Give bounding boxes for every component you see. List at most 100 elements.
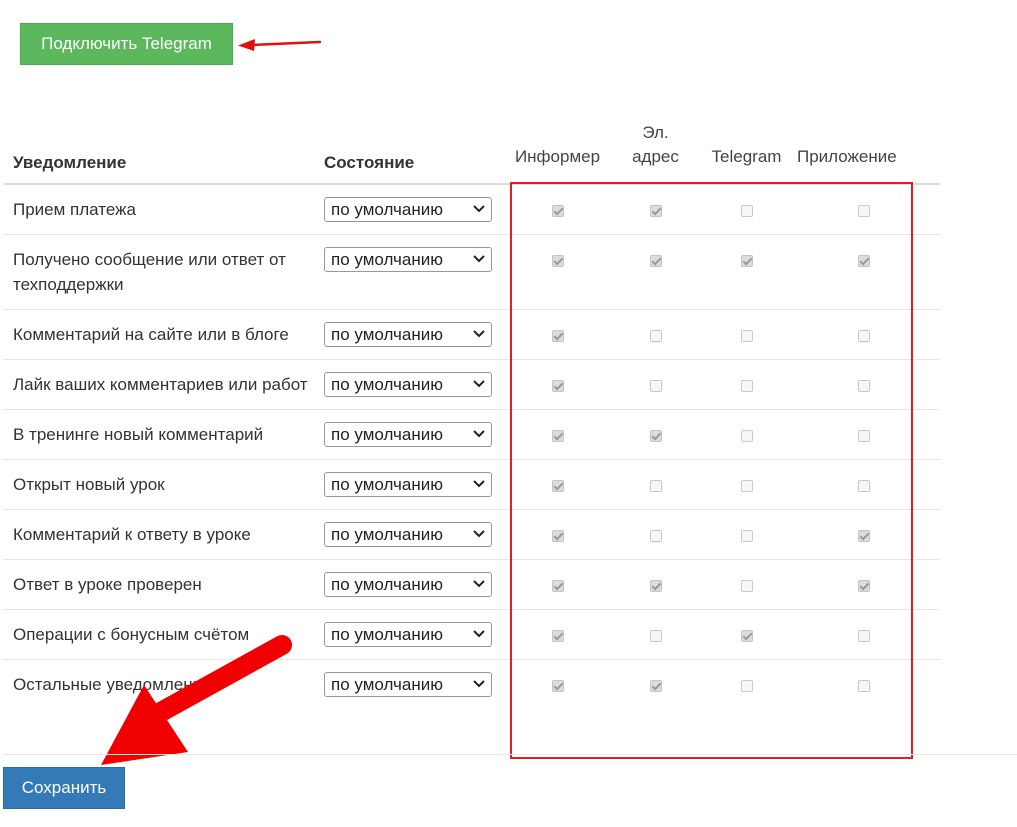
app-checkbox[interactable] bbox=[858, 530, 870, 542]
email-checkbox[interactable] bbox=[649, 380, 662, 392]
email-checkbox[interactable] bbox=[649, 630, 662, 642]
telegram-checkbox[interactable] bbox=[740, 680, 753, 692]
app-checkbox[interactable] bbox=[858, 480, 870, 492]
notification-label: Остальные уведомления bbox=[3, 659, 314, 709]
table-row: Прием платежа по умолчанию bbox=[3, 184, 940, 235]
informer-checkbox[interactable] bbox=[551, 430, 564, 442]
telegram-checkbox[interactable] bbox=[740, 380, 753, 392]
notification-label: Открыт новый урок bbox=[3, 459, 314, 510]
chevron-down-icon bbox=[473, 205, 485, 213]
telegram-checkbox[interactable] bbox=[740, 205, 753, 217]
channel-cell-email bbox=[606, 234, 705, 310]
channel-cell-email bbox=[606, 309, 705, 360]
state-cell: по умолчанию bbox=[314, 184, 509, 235]
state-cell: по умолчанию bbox=[314, 359, 509, 410]
state-select[interactable]: по умолчанию bbox=[324, 422, 492, 447]
state-select[interactable]: по умолчанию bbox=[324, 522, 492, 547]
channel-cell-telegram bbox=[705, 309, 788, 360]
email-checkbox[interactable] bbox=[649, 205, 662, 217]
telegram-checkbox[interactable] bbox=[740, 580, 753, 592]
channel-cell-app bbox=[788, 509, 940, 560]
header-email: Эл. адрес bbox=[606, 121, 705, 185]
informer-checkbox[interactable] bbox=[551, 630, 564, 642]
chevron-down-icon bbox=[473, 330, 485, 338]
table-row: Комментарий на сайте или в блоге по умолч… bbox=[3, 309, 940, 360]
app-checkbox[interactable] bbox=[858, 430, 870, 442]
small-arrow-icon bbox=[238, 39, 322, 51]
channel-cell-informer bbox=[509, 459, 606, 510]
state-cell: по умолчанию bbox=[314, 609, 509, 660]
chevron-down-icon bbox=[473, 580, 485, 588]
channel-cell-app bbox=[788, 184, 940, 235]
email-checkbox[interactable] bbox=[649, 255, 662, 267]
telegram-checkbox[interactable] bbox=[740, 530, 753, 542]
state-select[interactable]: по умолчанию bbox=[324, 472, 492, 497]
state-select[interactable]: по умолчанию bbox=[324, 247, 492, 272]
channel-cell-app bbox=[788, 309, 940, 360]
channel-cell-informer bbox=[509, 409, 606, 460]
email-checkbox[interactable] bbox=[649, 580, 662, 592]
header-state: Состояние bbox=[314, 121, 509, 185]
email-checkbox[interactable] bbox=[649, 430, 662, 442]
email-checkbox[interactable] bbox=[649, 530, 662, 542]
telegram-checkbox[interactable] bbox=[740, 630, 753, 642]
channel-cell-app bbox=[788, 234, 940, 310]
state-cell: по умолчанию bbox=[314, 509, 509, 560]
channel-cell-telegram bbox=[705, 559, 788, 610]
state-select[interactable]: по умолчанию bbox=[324, 197, 492, 222]
table-row: Получено сообщение или ответ от техподде… bbox=[3, 234, 940, 310]
state-select[interactable]: по умолчанию bbox=[324, 672, 492, 697]
channel-cell-informer bbox=[509, 309, 606, 360]
informer-checkbox[interactable] bbox=[551, 380, 564, 392]
informer-checkbox[interactable] bbox=[551, 680, 564, 692]
state-select[interactable]: по умолчанию bbox=[324, 372, 492, 397]
app-checkbox[interactable] bbox=[858, 330, 870, 342]
app-checkbox[interactable] bbox=[858, 680, 870, 692]
state-select[interactable]: по умолчанию bbox=[324, 622, 492, 647]
informer-checkbox[interactable] bbox=[551, 255, 564, 267]
informer-checkbox[interactable] bbox=[551, 205, 564, 217]
channel-cell-telegram bbox=[705, 409, 788, 460]
informer-checkbox[interactable] bbox=[551, 530, 564, 542]
app-checkbox[interactable] bbox=[858, 580, 870, 592]
state-cell: по умолчанию bbox=[314, 659, 509, 709]
app-checkbox[interactable] bbox=[858, 630, 870, 642]
channel-cell-app bbox=[788, 359, 940, 410]
channel-cell-informer bbox=[509, 509, 606, 560]
app-checkbox[interactable] bbox=[858, 380, 870, 392]
informer-checkbox[interactable] bbox=[551, 480, 564, 492]
telegram-checkbox[interactable] bbox=[740, 480, 753, 492]
telegram-checkbox[interactable] bbox=[740, 430, 753, 442]
channel-cell-informer bbox=[509, 659, 606, 709]
channel-cell-telegram bbox=[705, 459, 788, 510]
save-button[interactable]: Сохранить bbox=[3, 767, 125, 809]
state-select[interactable]: по умолчанию bbox=[324, 322, 492, 347]
informer-checkbox[interactable] bbox=[551, 330, 564, 342]
notification-label: Ответ в уроке проверен bbox=[3, 559, 314, 610]
email-checkbox[interactable] bbox=[649, 480, 662, 492]
connect-telegram-button[interactable]: Подключить Telegram bbox=[20, 23, 233, 65]
state-select-value: по умолчанию bbox=[331, 625, 443, 644]
app-checkbox[interactable] bbox=[858, 205, 870, 217]
channel-cell-informer bbox=[509, 184, 606, 235]
telegram-checkbox[interactable] bbox=[740, 255, 753, 267]
email-checkbox[interactable] bbox=[649, 330, 662, 342]
table-row: Операции с бонусным счётом по умолчанию bbox=[3, 609, 940, 660]
email-checkbox[interactable] bbox=[649, 680, 662, 692]
channel-cell-informer bbox=[509, 234, 606, 310]
channel-cell-email bbox=[606, 409, 705, 460]
notification-label: Операции с бонусным счётом bbox=[3, 609, 314, 660]
state-select-value: по умолчанию bbox=[331, 200, 443, 219]
state-select[interactable]: по умолчанию bbox=[324, 572, 492, 597]
header-email-line1: Эл. bbox=[642, 123, 669, 142]
app-checkbox[interactable] bbox=[858, 255, 870, 267]
channel-cell-email bbox=[606, 459, 705, 510]
telegram-checkbox[interactable] bbox=[740, 330, 753, 342]
state-select-value: по умолчанию bbox=[331, 575, 443, 594]
table-row: Ответ в уроке проверен по умолчанию bbox=[3, 559, 940, 610]
state-cell: по умолчанию bbox=[314, 309, 509, 360]
channel-cell-informer bbox=[509, 359, 606, 410]
state-select-value: по умолчанию bbox=[331, 425, 443, 444]
notification-label: Лайк ваших комментариев или работ bbox=[3, 359, 314, 410]
informer-checkbox[interactable] bbox=[551, 580, 564, 592]
